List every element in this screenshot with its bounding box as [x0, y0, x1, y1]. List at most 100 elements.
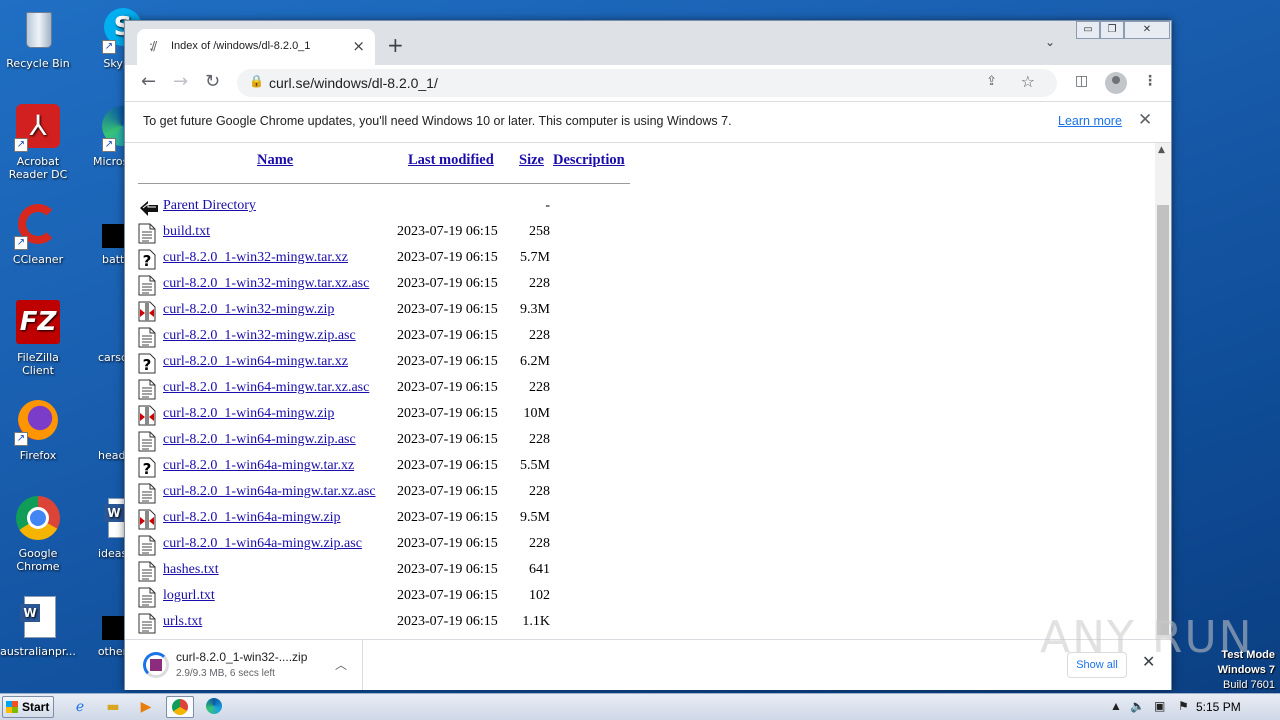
desktop-icon-australianpr[interactable]: W australianpr... [0, 594, 76, 658]
directory-listing: Name Last modified Size Description Pare… [125, 143, 1155, 639]
desktop-icon-label: Google Chrome [16, 547, 60, 573]
tab-active[interactable]: :// Index of /windows/dl-8.2.0_1 × [137, 29, 375, 65]
sort-by-size-link[interactable]: Size [519, 152, 544, 168]
file-link[interactable]: hashes.txt [163, 562, 219, 578]
url-text[interactable]: curl.se/windows/dl-8.2.0_1/ [269, 75, 438, 91]
unknown-icon: ? [138, 457, 156, 478]
file-link[interactable]: curl-8.2.0_1-win32-mingw.zip [163, 302, 334, 318]
profile-avatar-icon[interactable] [1105, 72, 1127, 94]
desktop-icon-label: CCleaner [12, 253, 64, 266]
desktop-icon-recycle-bin[interactable]: Recycle Bin [0, 6, 76, 70]
taskbar-explorer-icon[interactable]: ▬ [99, 696, 127, 718]
learn-more-link[interactable]: Learn more [1058, 114, 1122, 128]
start-button[interactable]: Start [2, 696, 54, 718]
file-link[interactable]: curl-8.2.0_1-win32-mingw.tar.xz.asc [163, 276, 369, 292]
file-size: 228 [529, 432, 550, 447]
file-size: 10M [523, 406, 550, 421]
file-link[interactable]: Parent Directory [163, 198, 256, 214]
tray-expand-icon[interactable]: ▲ [1110, 699, 1122, 713]
table-row: ? curl-8.2.0_1-win32-mingw.tar.xz 2023-07-… [138, 247, 638, 271]
desktop-icon-label: Firefox [19, 449, 57, 462]
taskbar-edge-icon[interactable] [200, 696, 228, 718]
file-link[interactable]: build.txt [163, 224, 210, 240]
side-panel-icon[interactable]: ◫ [1075, 73, 1088, 89]
firefox-icon: ↗ [14, 398, 62, 446]
maximize-button[interactable]: ❐ [1100, 21, 1124, 39]
minimize-button[interactable]: ▭ [1076, 21, 1100, 39]
taskbar-ie-icon[interactable]: ℯ [66, 696, 94, 718]
file-date: 2023-07-19 06:15 [397, 588, 498, 603]
file-date: 2023-07-19 06:15 [397, 302, 498, 317]
action-center-flag-icon[interactable]: ⚑ [1178, 699, 1189, 713]
file-date: 2023-07-19 06:15 [397, 614, 498, 629]
infobar-close-icon[interactable]: ✕ [1138, 110, 1152, 130]
tab-strip: :// Index of /windows/dl-8.2.0_1 × + ⌄ ▭… [125, 21, 1171, 65]
file-link[interactable]: curl-8.2.0_1-win64-mingw.zip.asc [163, 432, 356, 448]
file-date: 2023-07-19 06:15 [397, 276, 498, 291]
scrollbar-thumb[interactable] [1157, 205, 1169, 635]
lock-icon[interactable]: 🔒 [249, 74, 264, 88]
column-header-last-modified[interactable]: Last modified [408, 152, 494, 169]
file-link[interactable]: urls.txt [163, 614, 202, 630]
file-size: 228 [529, 328, 550, 343]
clock[interactable]: 5:15 PM [1196, 700, 1241, 714]
column-header-name[interactable]: Name [257, 152, 293, 169]
column-header-description[interactable]: Description [553, 152, 625, 169]
desktop-icon-firefox[interactable]: ↗ Firefox [0, 398, 76, 462]
compressed-icon [138, 405, 156, 426]
desktop-icon-chrome[interactable]: Google Chrome [0, 496, 76, 573]
unknown-icon: ? [138, 249, 156, 270]
desktop-icon-ccleaner[interactable]: ↗ CCleaner [0, 202, 76, 266]
file-link[interactable]: curl-8.2.0_1-win64a-mingw.tar.xz.asc [163, 484, 376, 500]
table-row: curl-8.2.0_1-win64-mingw.zip 2023-07-19 0… [138, 403, 638, 427]
desktop-icon-acrobat[interactable]: ⅄ ↗ Acrobat Reader DC [0, 104, 76, 181]
scroll-up-icon[interactable]: ▲ [1158, 145, 1165, 155]
table-row: curl-8.2.0_1-win64a-mingw.zip 2023-07-19 … [138, 507, 638, 531]
file-link[interactable]: logurl.txt [163, 588, 215, 604]
back-icon[interactable]: ← [141, 71, 156, 92]
share-icon[interactable]: ⇪ [986, 74, 997, 89]
file-size: 258 [529, 224, 550, 239]
tab-search-chevron-icon[interactable]: ⌄ [1045, 35, 1055, 49]
file-link[interactable]: curl-8.2.0_1-win32-mingw.tar.xz [163, 250, 348, 266]
address-bar[interactable]: 🔒 curl.se/windows/dl-8.2.0_1/ ⇪ ☆ [237, 69, 1057, 97]
word-document-icon: W [14, 594, 62, 642]
tab-close-icon[interactable]: × [352, 37, 365, 55]
file-link[interactable]: curl-8.2.0_1-win64-mingw.tar.xz [163, 354, 348, 370]
ccleaner-icon: ↗ [14, 202, 62, 250]
acrobat-icon: ⅄ ↗ [14, 104, 62, 152]
file-link[interactable]: curl-8.2.0_1-win64-mingw.tar.xz.asc [163, 380, 369, 396]
forward-icon[interactable]: → [173, 71, 188, 92]
new-tab-button[interactable]: + [387, 33, 404, 57]
menu-kebab-icon[interactable]: ⋮ [1143, 73, 1157, 89]
file-link[interactable]: curl-8.2.0_1-win64a-mingw.zip [163, 510, 341, 526]
taskbar-chrome-icon[interactable] [166, 696, 194, 718]
sort-by-date-link[interactable]: Last modified [408, 152, 494, 168]
taskbar-media-player-icon[interactable]: ▶ [132, 696, 160, 718]
reload-icon[interactable]: ↻ [205, 71, 220, 92]
volume-icon[interactable]: 🔈 [1130, 699, 1145, 713]
desktop-icon-filezilla[interactable]: FZ FileZilla Client [0, 300, 76, 377]
table-row: curl-8.2.0_1-win32-mingw.tar.xz.asc 2023-… [138, 273, 638, 297]
sort-by-description-link[interactable]: Description [553, 152, 625, 168]
vertical-scrollbar[interactable]: ▲ [1155, 143, 1171, 639]
file-size: 228 [529, 380, 550, 395]
compressed-icon [138, 509, 156, 530]
table-row: ? curl-8.2.0_1-win64a-mingw.tar.xz 2023-07… [138, 455, 638, 479]
sort-by-name-link[interactable]: Name [257, 152, 293, 168]
bookmark-star-icon[interactable]: ☆ [1021, 72, 1035, 91]
download-item[interactable]: curl-8.2.0_1-win32-....zip 2.9/9.3 MB, 6… [131, 640, 363, 690]
file-link[interactable]: curl-8.2.0_1-win32-mingw.zip.asc [163, 328, 356, 344]
chrome-icon [14, 496, 62, 544]
column-header-size[interactable]: Size [519, 152, 544, 169]
file-link[interactable]: curl-8.2.0_1-win64a-mingw.zip.asc [163, 536, 362, 552]
network-icon[interactable]: ▣ [1154, 699, 1165, 713]
file-link[interactable]: curl-8.2.0_1-win64-mingw.zip [163, 406, 334, 422]
svg-text:?: ? [143, 460, 152, 478]
chrome-window: :// Index of /windows/dl-8.2.0_1 × + ⌄ ▭… [124, 20, 1172, 690]
file-link[interactable]: curl-8.2.0_1-win64a-mingw.tar.xz [163, 458, 354, 474]
close-window-button[interactable]: ✕ [1124, 21, 1170, 39]
file-date: 2023-07-19 06:15 [397, 224, 498, 239]
table-row: curl-8.2.0_1-win64a-mingw.zip.asc 2023-07… [138, 533, 638, 557]
chevron-up-icon[interactable]: ︿ [335, 656, 347, 673]
